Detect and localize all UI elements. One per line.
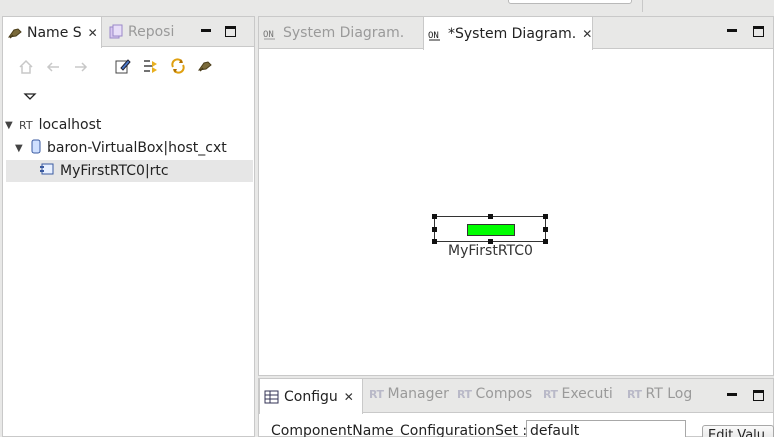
rt-icon: RT xyxy=(369,387,384,401)
tree-item-host-context[interactable]: ▼ baron-VirtualBox|host_cxt xyxy=(15,137,253,159)
rt-icon: RT xyxy=(457,387,472,401)
close-icon[interactable]: ✕ xyxy=(582,27,592,41)
tree-item-rtc[interactable]: MyFirstRTC0|rtc xyxy=(6,160,253,182)
host-icon: RT xyxy=(19,118,33,132)
maximize-icon[interactable] xyxy=(753,26,764,37)
left-tab-bar: Name S ✕ Reposi xyxy=(2,17,254,48)
expand-twisty-icon[interactable]: ▼ xyxy=(5,120,17,131)
component-name-header: ComponentName xyxy=(271,423,394,437)
tab-composite[interactable]: RT Compos xyxy=(453,379,537,409)
toolbar-divider xyxy=(642,0,643,12)
minimize-icon[interactable] xyxy=(725,24,739,38)
close-icon[interactable]: ✕ xyxy=(88,26,98,40)
diagram-icon: ON xyxy=(263,25,279,41)
name-service-view: Name S ✕ Reposi ▼ RT localhost ▼ baron-V… xyxy=(2,16,255,437)
context-icon xyxy=(31,139,41,158)
tab-execution[interactable]: RT Executi xyxy=(539,379,623,409)
tree-item-localhost[interactable]: ▼ RT localhost xyxy=(5,114,253,136)
quick-access-field[interactable] xyxy=(508,0,632,4)
edit-value-button[interactable]: Edit Valu xyxy=(702,425,774,437)
tab-label: Configu xyxy=(284,388,338,405)
resize-handle[interactable] xyxy=(488,214,493,219)
tab-label: Manager xyxy=(387,386,449,402)
connect-icon[interactable] xyxy=(197,58,213,74)
top-strip xyxy=(0,0,774,14)
refresh-icon[interactable] xyxy=(170,58,186,74)
tab-label: System Diagram. xyxy=(283,25,405,41)
home-icon[interactable] xyxy=(18,59,34,75)
tab-system-diagram-1[interactable]: ON System Diagram. xyxy=(259,17,423,49)
rt-icon: RT xyxy=(627,387,642,401)
maximize-icon[interactable] xyxy=(753,390,764,401)
tab-system-diagram-2[interactable]: ON *System Diagram. ✕ xyxy=(423,17,593,50)
tree-item-label: localhost xyxy=(38,117,102,133)
system-diagram-editor[interactable]: ON System Diagram. ON *System Diagram. ✕ xyxy=(258,16,774,376)
tab-rt-log[interactable]: RT RT Log xyxy=(623,379,707,409)
tab-label: *System Diagram. xyxy=(448,25,577,42)
back-icon[interactable] xyxy=(45,59,61,75)
tree-item-label: MyFirstRTC0|rtc xyxy=(60,163,169,179)
resize-handle[interactable] xyxy=(432,214,437,219)
tab-label: RT Log xyxy=(645,386,693,402)
tab-repository[interactable]: Reposi xyxy=(104,17,194,47)
close-icon[interactable]: ✕ xyxy=(344,390,354,404)
repository-icon xyxy=(108,24,124,40)
expand-twisty-icon[interactable]: ▼ xyxy=(15,143,27,154)
filter-icon[interactable] xyxy=(143,58,159,74)
editor-tab-bar: ON System Diagram. ON *System Diagram. ✕ xyxy=(259,17,773,50)
bottom-tab-bar: Configu ✕ RT Manager RT Compos RT Execut… xyxy=(259,379,773,414)
rtc-component-block[interactable] xyxy=(467,224,515,236)
tab-label: Compos xyxy=(475,386,533,402)
resize-handle[interactable] xyxy=(543,214,548,219)
diagram-icon: ON xyxy=(428,26,444,42)
maximize-icon[interactable] xyxy=(225,26,236,37)
component-icon xyxy=(39,162,55,180)
rtc-component-label: MyFirstRTC0 xyxy=(448,243,533,259)
forward-icon[interactable] xyxy=(73,59,89,75)
tab-label: Executi xyxy=(561,386,613,402)
minimize-icon[interactable] xyxy=(199,24,213,38)
tab-configuration[interactable]: Configu ✕ xyxy=(259,379,363,414)
tab-manager[interactable]: RT Manager xyxy=(365,379,451,409)
edit-icon[interactable] xyxy=(115,58,131,74)
tab-name-service[interactable]: Name S ✕ xyxy=(2,17,102,48)
resize-handle[interactable] xyxy=(543,239,548,244)
tab-label: Name S xyxy=(27,24,82,41)
configuration-set-field[interactable]: default xyxy=(526,420,686,437)
name-service-icon xyxy=(7,25,23,41)
minimize-icon[interactable] xyxy=(725,388,739,402)
chevron-down-icon[interactable] xyxy=(22,89,38,105)
resize-handle[interactable] xyxy=(543,227,548,232)
configuration-set-label: ConfigurationSet : xyxy=(400,423,528,437)
resize-handle[interactable] xyxy=(432,227,437,232)
rt-icon: RT xyxy=(543,387,558,401)
resize-handle[interactable] xyxy=(432,239,437,244)
table-icon xyxy=(264,389,280,405)
tab-label: Reposi xyxy=(128,24,175,40)
tree-item-label: baron-VirtualBox|host_cxt xyxy=(47,140,227,156)
